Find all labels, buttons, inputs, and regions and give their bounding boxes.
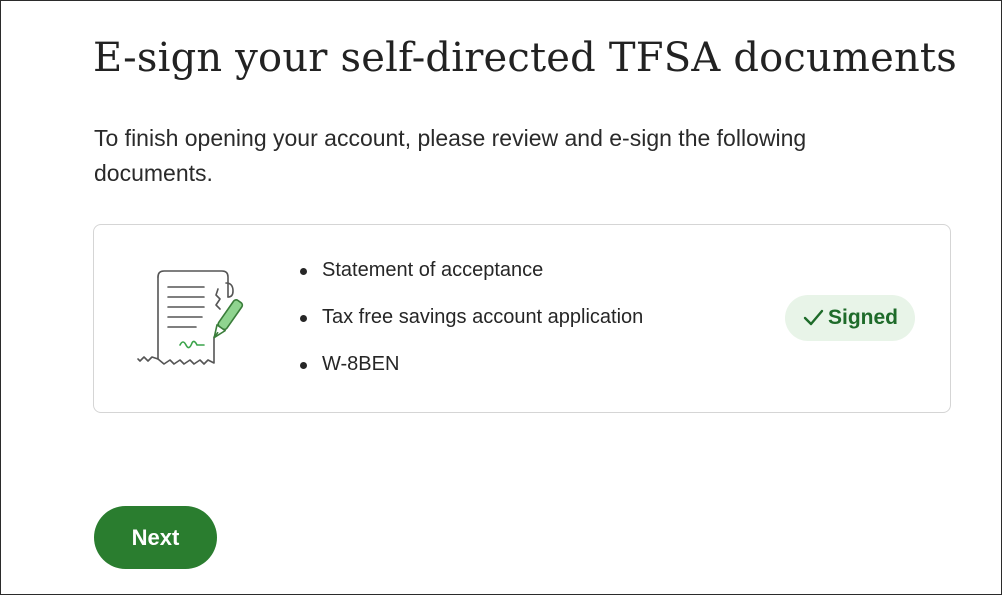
documents-list: Statement of acceptance Tax free savings… [300, 259, 643, 400]
list-item: W-8BEN [300, 353, 643, 376]
next-button[interactable]: Next [94, 506, 217, 569]
page-title: E-sign your self-directed TFSA documents [93, 35, 957, 81]
list-item: Tax free savings account application [300, 306, 643, 329]
checkmark-icon [803, 309, 824, 326]
intro-text: To finish opening your account, please r… [94, 125, 807, 186]
status-badge: Signed [785, 295, 915, 341]
list-item: Statement of acceptance [300, 259, 643, 282]
document-signing-icon [137, 270, 244, 365]
esign-page: E-sign your self-directed TFSA documents… [0, 0, 1002, 595]
documents-card: Statement of acceptance Tax free savings… [93, 224, 951, 413]
status-label: Signed [827, 306, 898, 329]
